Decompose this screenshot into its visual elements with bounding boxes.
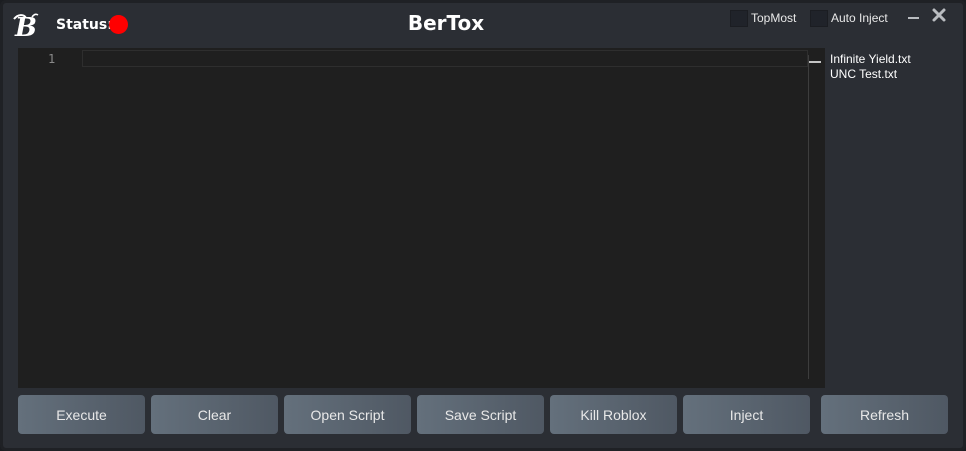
execute-button[interactable]: Execute xyxy=(18,395,145,434)
minimize-icon[interactable] xyxy=(908,17,919,19)
status-label: Status: xyxy=(56,17,113,33)
close-icon[interactable] xyxy=(931,7,947,23)
line-number: 1 xyxy=(48,52,56,66)
script-list: Infinite Yield.txt UNC Test.txt xyxy=(827,48,947,388)
inject-button[interactable]: Inject xyxy=(683,395,810,434)
script-list-item[interactable]: Infinite Yield.txt xyxy=(830,52,911,66)
auto-inject-checkbox-label: Auto Inject xyxy=(831,11,888,25)
save-script-button[interactable]: Save Script xyxy=(417,395,544,434)
bertox-b-logo-icon: B xyxy=(13,13,39,41)
main-window: B Status: BerTox TopMost Auto Inject 1 I… xyxy=(0,0,966,451)
topmost-checkbox[interactable]: TopMost xyxy=(730,9,797,27)
topmost-checkbox-box[interactable] xyxy=(730,9,748,27)
editor-scrollbar-thumb[interactable] xyxy=(809,61,821,63)
open-script-button[interactable]: Open Script xyxy=(284,395,411,434)
editor-scrollbar-track[interactable] xyxy=(808,55,809,379)
auto-inject-checkbox[interactable]: Auto Inject xyxy=(810,9,888,27)
status-indicator xyxy=(109,15,128,34)
current-line-highlight xyxy=(82,50,808,67)
app-title: BerTox xyxy=(407,11,485,35)
auto-inject-checkbox-box[interactable] xyxy=(810,9,828,27)
script-editor[interactable]: 1 xyxy=(18,48,825,388)
clear-button[interactable]: Clear xyxy=(151,395,278,434)
refresh-button[interactable]: Refresh xyxy=(821,395,948,434)
script-list-item[interactable]: UNC Test.txt xyxy=(830,67,897,81)
topmost-checkbox-label: TopMost xyxy=(751,11,797,25)
kill-roblox-button[interactable]: Kill Roblox xyxy=(550,395,677,434)
